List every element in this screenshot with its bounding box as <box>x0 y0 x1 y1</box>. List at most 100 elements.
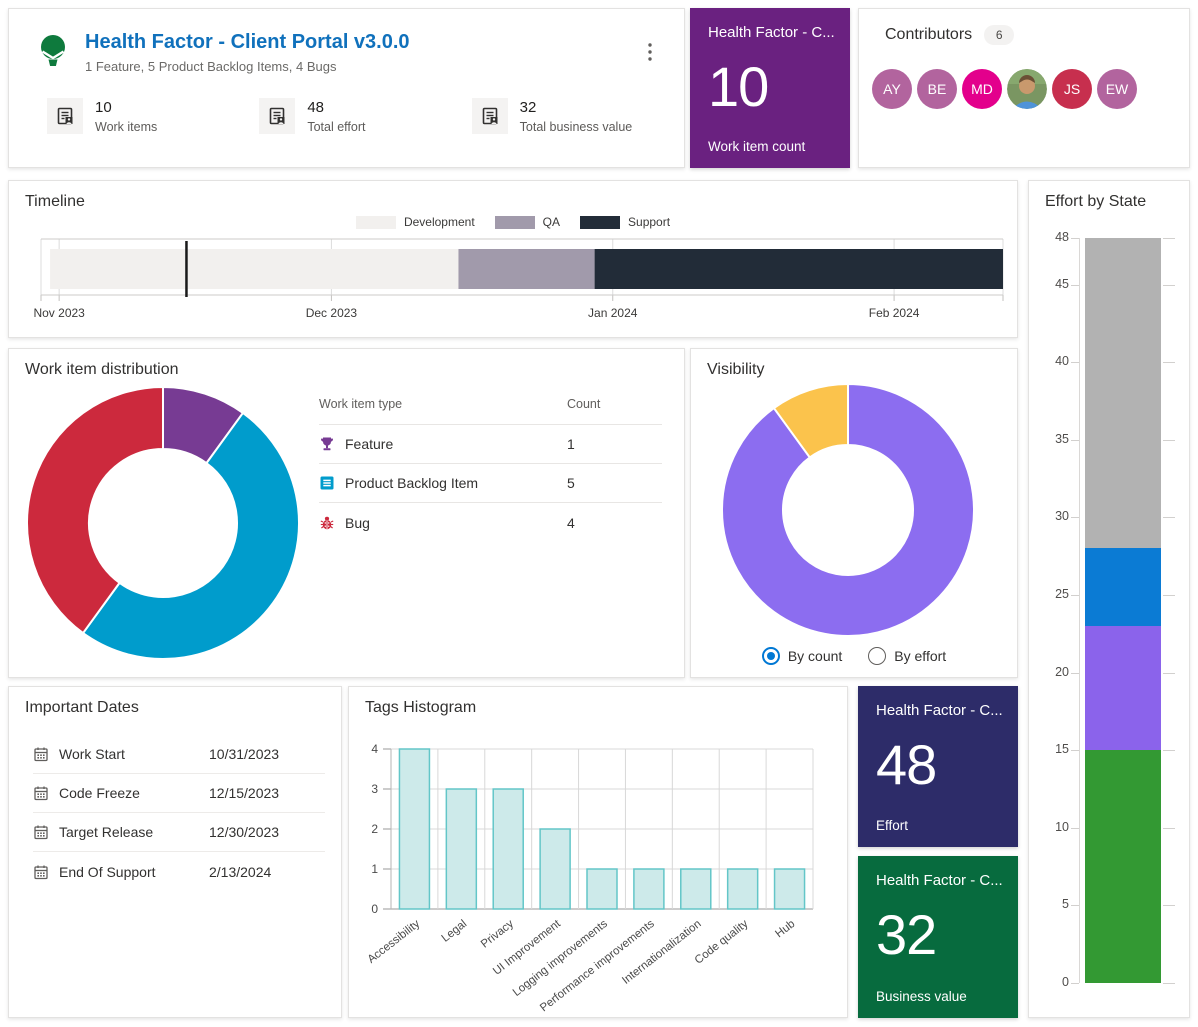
svg-text:3: 3 <box>371 782 378 796</box>
contributors-title: Contributors <box>885 26 972 44</box>
visibility-card: Visibility By count By effort <box>690 348 1018 678</box>
visibility-donut <box>719 381 977 639</box>
table-row-feature: Feature 1 <box>319 425 662 464</box>
svg-text:Nov 2023: Nov 2023 <box>33 306 85 320</box>
timeline-phase <box>50 249 458 289</box>
feature-trophy-icon <box>319 436 335 452</box>
radio-button-icon[interactable] <box>868 647 886 665</box>
date-row-end-of-support: End Of Support 2/13/2024 <box>33 852 325 891</box>
table-row-product-backlog-item: Product Backlog Item 5 <box>319 464 662 503</box>
effort-by-state-card: Effort by State 05101520253035404548 <box>1028 180 1190 1018</box>
important-dates-card: Important Dates Work Start 10/31/2023 <box>8 686 342 1018</box>
work-item-type-table: Work item type Count Feature 1 <box>319 397 662 542</box>
timeline-phase <box>458 249 594 289</box>
svg-text:1: 1 <box>371 862 378 876</box>
tile-label: Business value <box>876 989 967 1004</box>
stat-label: Work items <box>95 120 157 134</box>
calendar-icon <box>33 785 49 801</box>
page-title: Health Factor - Client Portal v3.0.0 <box>85 31 410 54</box>
work-item-distribution-card: Work item distribution Work item type Co… <box>8 348 685 678</box>
important-dates-title: Important Dates <box>9 687 341 717</box>
stat-value: 32 <box>520 99 633 116</box>
stat-value: 10 <box>95 99 157 116</box>
kebab-menu-icon[interactable] <box>642 41 658 68</box>
business-value-tile: Health Factor - C... 32 Business value <box>858 856 1018 1018</box>
stat-value: 48 <box>307 99 365 116</box>
svg-text:Accessibility: Accessibility <box>366 918 423 966</box>
table-row-bug: Bug 4 <box>319 503 662 542</box>
svg-text:Legal: Legal <box>440 918 470 945</box>
timeline-legend: Development QA Support <box>9 215 1017 229</box>
effort-tile: Health Factor - C... 48 Effort <box>858 686 1018 847</box>
legend-swatch <box>356 216 396 229</box>
histogram-bar <box>493 789 523 909</box>
tile-value: 32 <box>876 907 1000 963</box>
histogram-bar <box>540 829 570 909</box>
work-item-icon <box>472 98 508 134</box>
contributors-count-badge: 6 <box>984 25 1014 45</box>
radio-button-icon[interactable] <box>762 647 780 665</box>
legend-qa: QA <box>495 215 560 229</box>
bug-icon <box>319 515 335 531</box>
tile-title: Health Factor - C... <box>708 24 832 41</box>
avatar[interactable]: EW <box>1097 69 1137 109</box>
histogram-bar <box>775 869 805 909</box>
tile-label: Effort <box>876 818 908 833</box>
tile-value: 10 <box>708 59 832 115</box>
avatar[interactable]: JS <box>1052 69 1092 109</box>
avatar[interactable]: MD <box>962 69 1002 109</box>
tags-histogram-chart: 01234AccessibilityLegalPrivacyUI Improve… <box>359 727 839 1009</box>
timeline-marker <box>185 241 188 297</box>
stat-label: Total effort <box>307 120 365 134</box>
svg-text:4: 4 <box>371 742 378 756</box>
page-subtitle: 1 Feature, 5 Product Backlog Items, 4 Bu… <box>85 59 410 74</box>
histogram-bar <box>399 749 429 909</box>
stat-label: Total business value <box>520 120 633 134</box>
tags-histogram-title: Tags Histogram <box>349 687 847 717</box>
table-header: Work item type Count <box>319 397 662 425</box>
tile-title: Health Factor - C... <box>876 702 1000 719</box>
avatar[interactable]: AY <box>872 69 912 109</box>
histogram-bar <box>728 869 758 909</box>
histogram-bar <box>681 869 711 909</box>
tags-histogram-card: Tags Histogram 01234AccessibilityLegalPr… <box>348 686 848 1018</box>
contributors-card: Contributors 6 AY BE MD JS <box>858 8 1190 168</box>
stat-total-effort: 48 Total effort <box>259 98 471 134</box>
svg-text:Jan 2024: Jan 2024 <box>588 306 638 320</box>
svg-text:Feb 2024: Feb 2024 <box>869 306 920 320</box>
summary-stats: 10 Work items 48 <box>47 98 684 134</box>
avatar-list: AY BE MD JS EW <box>859 45 1189 109</box>
svg-text:0: 0 <box>371 902 378 916</box>
timeline-chart: Nov 2023Dec 2023Jan 2024Feb 2024 <box>41 237 1003 333</box>
radio-by-effort[interactable]: By effort <box>868 647 946 665</box>
timeline-phase <box>595 249 1003 289</box>
svg-text:2: 2 <box>371 822 378 836</box>
svg-text:Hub: Hub <box>773 918 797 940</box>
radio-by-count[interactable]: By count <box>762 647 842 665</box>
calendar-icon <box>33 824 49 840</box>
balloon-release-icon <box>35 33 71 74</box>
avatar[interactable]: BE <box>917 69 957 109</box>
date-row-code-freeze: Code Freeze 12/15/2023 <box>33 774 325 813</box>
timeline-card: Timeline Development QA Support Nov 2023… <box>8 180 1018 338</box>
avatar-photo[interactable] <box>1007 69 1047 109</box>
date-list: Work Start 10/31/2023 Code Freeze 12/15/… <box>9 735 341 891</box>
legend-development: Development <box>356 215 475 229</box>
visibility-title: Visibility <box>691 349 1017 379</box>
work-item-count-tile: Health Factor - C... 10 Work item count <box>690 8 850 168</box>
legend-swatch <box>580 216 620 229</box>
calendar-icon <box>33 746 49 762</box>
visibility-mode-options: By count By effort <box>691 647 1017 665</box>
tile-value: 48 <box>876 737 1000 793</box>
histogram-bar <box>446 789 476 909</box>
tile-title: Health Factor - C... <box>876 872 1000 889</box>
legend-swatch <box>495 216 535 229</box>
stat-work-items: 10 Work items <box>47 98 259 134</box>
backlog-item-icon <box>319 475 335 491</box>
work-item-distribution-donut <box>21 381 305 665</box>
histogram-bar <box>634 869 664 909</box>
svg-text:Internationalization: Internationalization <box>620 918 703 987</box>
calendar-icon <box>33 864 49 880</box>
date-row-target-release: Target Release 12/30/2023 <box>33 813 325 852</box>
dashboard-canvas: Health Factor - Client Portal v3.0.0 1 F… <box>0 0 1198 1027</box>
